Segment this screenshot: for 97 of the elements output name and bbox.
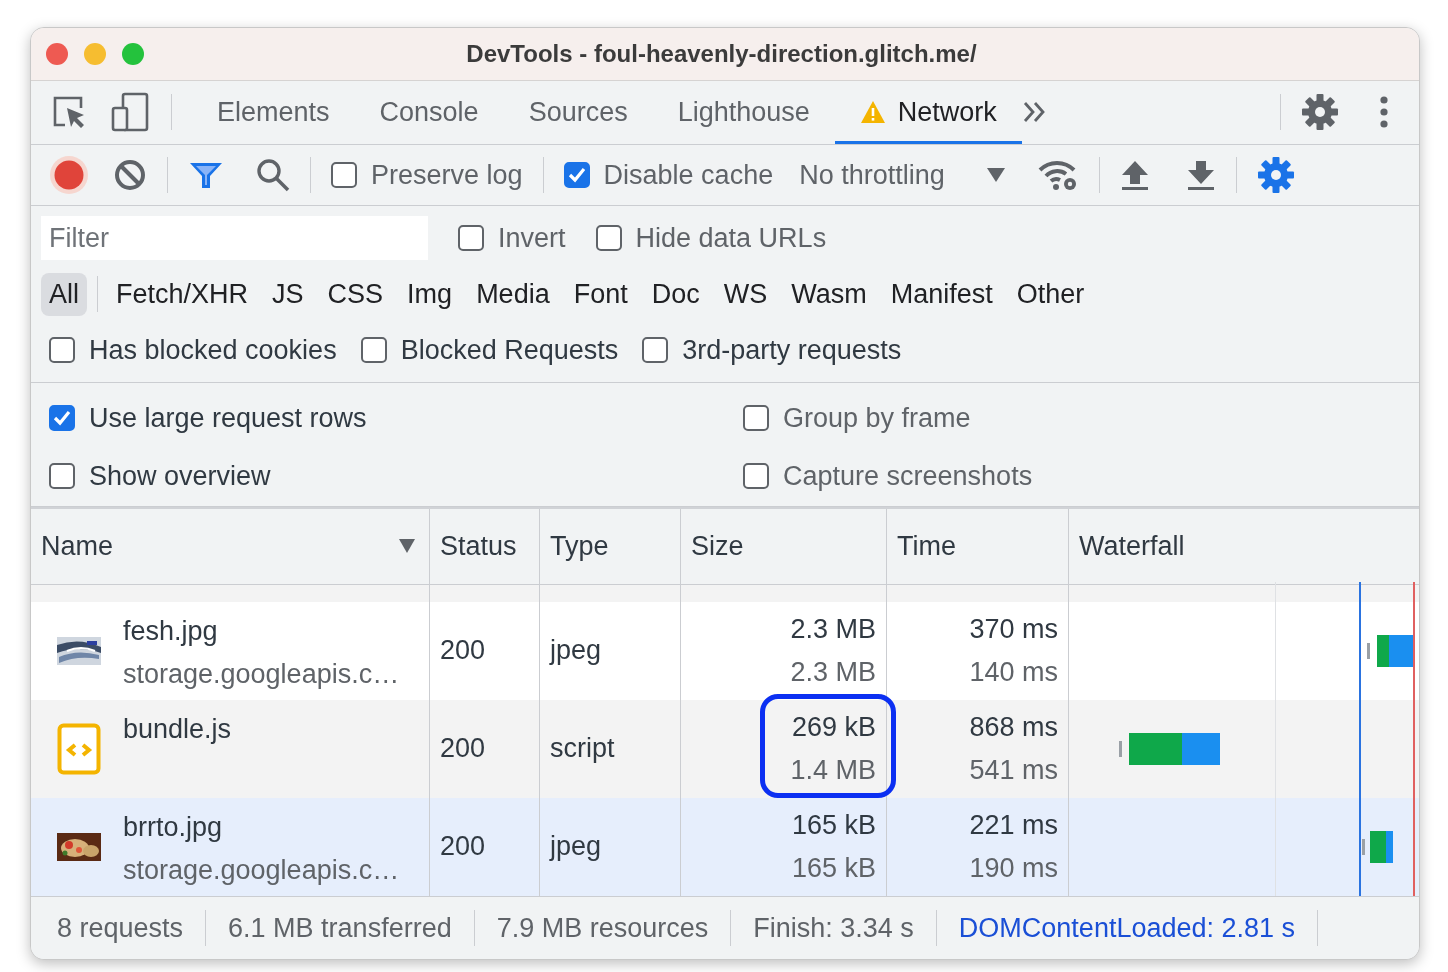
checkbox-label: Show overview [89,460,271,492]
latency-time: 140 ms [969,656,1058,688]
checkbox-label: Blocked Requests [400,334,619,366]
window-title: DevTools - foul-heavenly-direction.glitch.me/ [465,39,978,68]
checkbox-label: Capture screenshots [783,460,1033,492]
tab[interactable]: Lighthouse [652,80,835,144]
checkbox-label: Preserve log [371,159,523,191]
checkbox[interactable] [49,405,75,432]
clear-icon[interactable] [113,158,147,192]
tab[interactable]: Elements [192,80,355,144]
table-cell: 200 [430,601,540,700]
type-filter-button[interactable]: Font [565,272,636,316]
column-header[interactable]: Size [691,530,744,562]
checkmark-icon [567,167,586,183]
table-cell: 200 [430,699,540,798]
checkbox-label: Hide data URLs [635,222,827,254]
checkbox[interactable] [743,405,769,432]
resource-size: 1.4 MB [790,754,876,786]
table-cell: jpeg [540,797,681,896]
column-header[interactable]: Time [897,530,956,562]
table-cell: jpeg [540,601,681,700]
filter-field[interactable]: Filter [41,216,428,261]
checkbox[interactable] [642,337,669,364]
checkbox[interactable] [458,225,484,252]
file-url: storage.googleapis.c… [123,854,400,886]
type-filter-button[interactable]: Other [1008,272,1093,316]
record-button[interactable] [49,155,89,195]
column-header[interactable]: Name [41,530,114,562]
type-filter-button[interactable]: Fetch/XHR [108,272,257,316]
close-button[interactable] [46,42,68,65]
script-file-icon [57,722,101,775]
settings-icon[interactable] [1301,93,1339,132]
network-conditions-icon[interactable] [1036,158,1079,192]
dropdown-caret-icon [986,168,1005,182]
type-filter-button[interactable]: JS [264,272,312,316]
device-toolbar-icon[interactable] [111,92,151,133]
latency-time: 190 ms [969,852,1058,884]
file-url: storage.googleapis.c… [123,658,400,690]
column-header[interactable]: Status [440,530,517,562]
checkbox-label: Has blocked cookies [89,334,337,366]
resource-size: 165 kB [791,852,876,884]
total-time: 370 ms [969,613,1058,645]
tab[interactable]: Console [354,80,504,144]
type-filter-button[interactable]: Doc [643,272,708,316]
status-text: DOMContentLoaded: 2.81 s [958,909,1319,946]
file-name: brrto.jpg [123,811,224,843]
column-header[interactable]: Waterfall [1079,530,1185,562]
file-name: fesh.jpg [123,615,219,647]
transfer-size: 2.3 MB [790,613,876,645]
transfer-size: 165 kB [791,809,876,841]
transfer-size: 269 kB [791,711,876,743]
inspect-icon[interactable] [51,94,87,131]
checkbox-label: Group by frame [783,402,971,434]
status-text: 8 requests [57,909,207,946]
timing-bar [1367,634,1415,667]
upload-icon[interactable] [1119,159,1150,191]
status-text: 6.1 MB transferred [228,909,475,946]
checkbox[interactable] [360,337,387,364]
filter-icon[interactable] [188,160,224,190]
type-filter-button[interactable]: CSS [319,272,392,316]
table-cell: 200 [430,797,540,896]
tab[interactable]: Sources [503,80,653,144]
tab[interactable]: Network [834,80,1022,144]
checkbox[interactable] [743,463,769,490]
sort-icon [399,539,415,553]
checkbox-label: Use large request rows [89,402,367,434]
checkbox-label: 3rd-party requests [682,334,902,366]
type-filter-button[interactable]: Img [399,272,461,316]
table-cell: script [540,699,681,798]
status-text: 7.9 MB resources [496,909,732,946]
file-name: bundle.js [123,713,232,745]
type-filter-button[interactable]: All [41,272,87,316]
throttling-dropdown[interactable]: No throttling [799,159,1005,191]
checkbox[interactable] [563,162,590,188]
search-icon[interactable] [256,158,290,192]
more-options-icon[interactable] [1379,95,1389,130]
column-header[interactable]: Type [550,530,609,562]
total-time: 221 ms [969,809,1058,841]
total-time: 868 ms [969,711,1058,743]
checkbox-label: Disable cache [603,159,774,191]
status-text: Finish: 3.34 s [753,909,937,946]
checkbox[interactable] [49,337,75,364]
download-icon[interactable] [1185,159,1216,191]
checkbox-label: Invert [498,222,566,254]
request-row[interactable]: brrto.jpg storage.googleapis.c… 200 jpeg 165 kB 165 kB 221 ms 190 ms [31,797,1419,896]
checkbox[interactable] [595,225,622,252]
type-filter-button[interactable]: Wasm [783,272,875,316]
settings-icon[interactable] [1256,156,1295,194]
latency-time: 541 ms [969,754,1058,786]
checkbox[interactable] [49,463,75,490]
type-filter-button[interactable]: WS [715,272,776,316]
type-filter-button[interactable]: Media [468,272,558,316]
resource-size: 2.3 MB [790,656,876,688]
checkbox[interactable] [331,162,357,188]
checkmark-icon [53,410,71,427]
timing-bar [1362,830,1393,863]
type-filter-button[interactable]: Manifest [882,272,1001,316]
